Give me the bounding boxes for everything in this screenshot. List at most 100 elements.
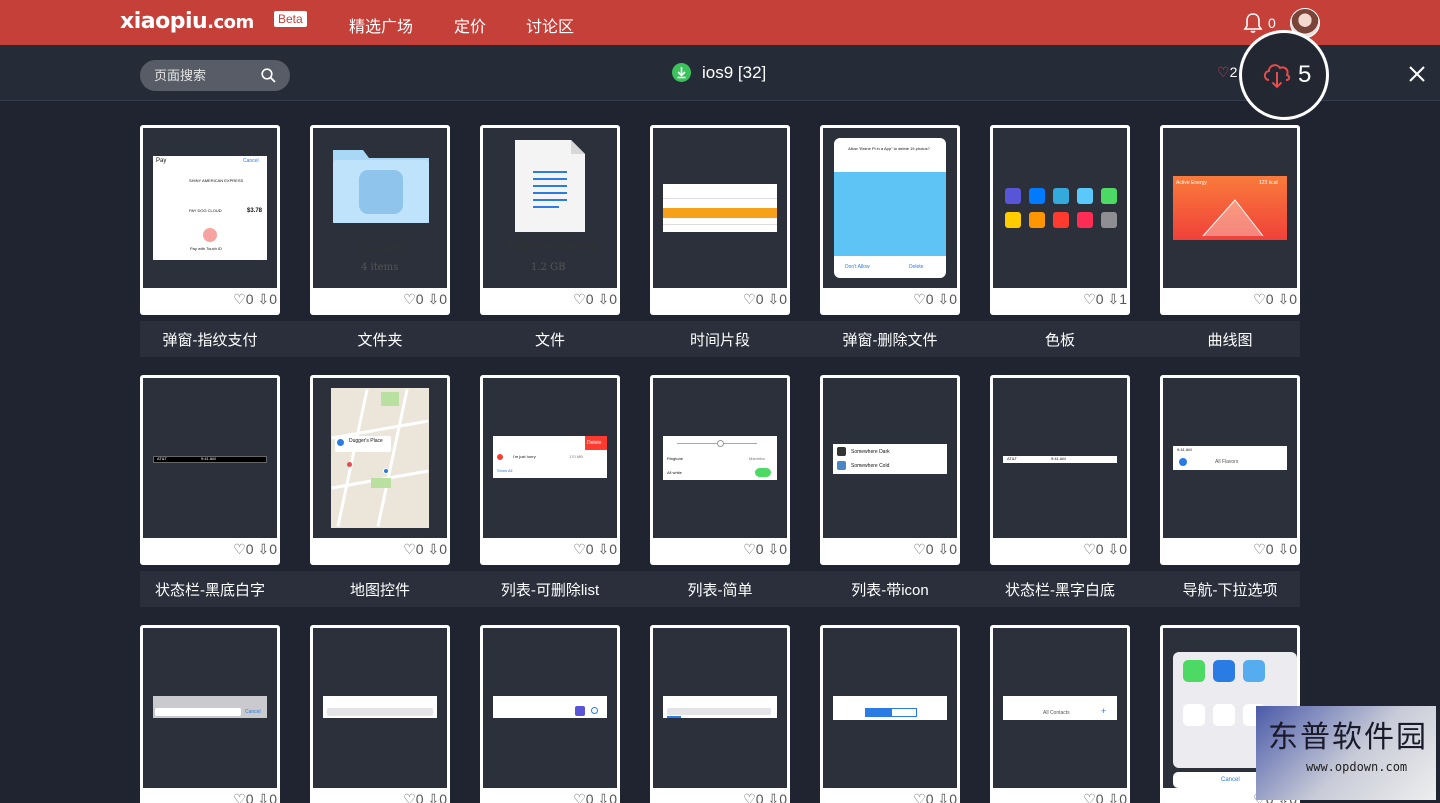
page-card[interactable]: AT&T 9:41 AM ♡0 ⇩0 bbox=[990, 375, 1130, 565]
page-card[interactable]: ♡0 ⇩0 bbox=[650, 625, 790, 803]
download-icon[interactable]: ⇩ bbox=[767, 791, 779, 803]
card-thumbnail: Dugger's Place bbox=[313, 378, 447, 538]
logo[interactable]: xiaopiu.com bbox=[120, 9, 254, 34]
close-button[interactable] bbox=[1405, 62, 1429, 86]
download-icon[interactable]: ⇩ bbox=[1277, 541, 1289, 557]
card-label[interactable]: 列表-简单 bbox=[640, 579, 800, 600]
search-icon[interactable] bbox=[261, 68, 276, 83]
color-swatch bbox=[1029, 212, 1045, 228]
download-icon[interactable]: ⇩ bbox=[257, 541, 269, 557]
heart-icon[interactable]: ♡ bbox=[233, 291, 246, 307]
download-icon[interactable]: ⇩ bbox=[767, 291, 779, 307]
download-icon[interactable]: ⇩ bbox=[427, 791, 439, 803]
heart-icon[interactable]: ♡ bbox=[573, 541, 586, 557]
download-icon[interactable]: ⇩ bbox=[1107, 541, 1119, 557]
heart-icon[interactable]: ♡ bbox=[913, 291, 926, 307]
page-card[interactable]: ♡0 ⇩0 bbox=[650, 125, 790, 315]
heart-icon[interactable]: ♡ bbox=[743, 541, 756, 557]
card-thumbnail: Allow "Brdne Pi in a App" to delete 19 p… bbox=[823, 128, 957, 288]
download-icon[interactable]: ⇩ bbox=[937, 541, 949, 557]
page-card[interactable]: Bedtime Stories 1.2 GB ♡0 ⇩0 bbox=[480, 125, 620, 315]
page-card[interactable]: SupApp 4 items ♡0 ⇩0 bbox=[310, 125, 450, 315]
heart-icon[interactable]: ♡ bbox=[403, 291, 416, 307]
download-queue-button[interactable]: 5 bbox=[1239, 30, 1329, 120]
card-label[interactable]: 文件夹 bbox=[300, 329, 460, 350]
download-icon[interactable]: ⇩ bbox=[1107, 291, 1119, 307]
card-like-count: 0 bbox=[1265, 291, 1274, 307]
nav-item-forum[interactable]: 讨论区 bbox=[526, 13, 574, 37]
page-card[interactable]: Dugger's Place ♡0 ⇩0 bbox=[310, 375, 450, 565]
heart-icon[interactable]: ♡ bbox=[233, 791, 246, 803]
heart-icon[interactable]: ♡ bbox=[743, 291, 756, 307]
card-stats: ♡0 ⇩0 bbox=[1160, 541, 1297, 563]
project-likes[interactable]: ♡2 bbox=[1217, 64, 1237, 81]
download-icon[interactable]: ⇩ bbox=[427, 541, 439, 557]
page-card[interactable]: Somewhere Dark Somewhere Cold ♡0 ⇩0 bbox=[820, 375, 960, 565]
card-label[interactable]: 曲线图 bbox=[1150, 329, 1310, 350]
heart-icon[interactable]: ♡ bbox=[913, 791, 926, 803]
download-icon[interactable]: ⇩ bbox=[597, 791, 609, 803]
download-icon[interactable]: ⇩ bbox=[937, 291, 949, 307]
download-icon[interactable]: ⇩ bbox=[427, 291, 439, 307]
heart-icon[interactable]: ♡ bbox=[743, 791, 756, 803]
heart-icon[interactable]: ♡ bbox=[913, 541, 926, 557]
download-icon[interactable]: ⇩ bbox=[1107, 791, 1119, 803]
card-label[interactable]: 状态栏-黑字白底 bbox=[980, 579, 1140, 600]
download-icon[interactable]: ⇩ bbox=[597, 291, 609, 307]
page-card[interactable]: Ringtone Marimba All white ♡0 ⇩0 bbox=[650, 375, 790, 565]
heart-icon[interactable]: ♡ bbox=[1253, 541, 1266, 557]
heart-icon[interactable]: ♡ bbox=[573, 791, 586, 803]
card-download-count: 0 bbox=[1289, 291, 1297, 307]
page-card[interactable]: Active Energy 123 kcal ♡0 ⇩0 bbox=[1160, 125, 1300, 315]
page-card[interactable]: Cancel ♡0 ⇩0 bbox=[140, 625, 280, 803]
page-card[interactable]: Allow "Brdne Pi in a App" to delete 19 p… bbox=[820, 125, 960, 315]
notification-count: 0 bbox=[1268, 15, 1276, 31]
heart-icon[interactable]: ♡ bbox=[1253, 291, 1266, 307]
card-label[interactable]: 导航-下拉选项 bbox=[1150, 579, 1310, 600]
color-swatch bbox=[1077, 212, 1093, 228]
download-icon[interactable]: ⇩ bbox=[1277, 291, 1289, 307]
card-label[interactable]: 地图控件 bbox=[300, 579, 460, 600]
page-card[interactable]: Pay Cancel SHINY AMERICAN EXPRESS PAY DO… bbox=[140, 125, 280, 315]
page-card[interactable]: AT&T 9:41 AM ♡0 ⇩0 bbox=[140, 375, 280, 565]
card-label[interactable]: 列表-带icon bbox=[810, 579, 970, 600]
thumb-folder-items: 4 items bbox=[361, 262, 399, 273]
download-icon[interactable]: ⇩ bbox=[257, 791, 269, 803]
page-card[interactable]: ♡0 ⇩1 bbox=[990, 125, 1130, 315]
thumb-chart-value: 123 kcal bbox=[1259, 180, 1278, 186]
nav-item-pricing[interactable]: 定价 bbox=[454, 13, 486, 37]
card-label[interactable]: 色板 bbox=[980, 329, 1140, 350]
heart-icon[interactable]: ♡ bbox=[403, 791, 416, 803]
download-icon[interactable]: ⇩ bbox=[597, 541, 609, 557]
heart-icon[interactable]: ♡ bbox=[403, 541, 416, 557]
download-icon[interactable]: ⇩ bbox=[937, 791, 949, 803]
search-input[interactable] bbox=[154, 60, 262, 91]
nav-item-featured[interactable]: 精选广场 bbox=[349, 13, 413, 37]
thumb-file-name: Bedtime Stories bbox=[507, 240, 597, 253]
card-label[interactable]: 列表-可删除list bbox=[470, 579, 630, 600]
page-card[interactable]: 9:41 AM All Flavors ♡0 ⇩0 bbox=[1160, 375, 1300, 565]
curve-line-icon bbox=[1202, 199, 1264, 237]
page-card[interactable]: ♡0 ⇩0 bbox=[820, 625, 960, 803]
heart-icon[interactable]: ♡ bbox=[1083, 291, 1096, 307]
list-dot-icon bbox=[497, 454, 503, 460]
close-icon bbox=[1409, 66, 1425, 82]
download-icon[interactable]: ⇩ bbox=[767, 541, 779, 557]
card-thumbnail bbox=[483, 628, 617, 788]
heart-icon[interactable]: ♡ bbox=[1083, 541, 1096, 557]
card-label[interactable]: 状态栏-黑底白字 bbox=[130, 579, 290, 600]
card-label[interactable]: 时间片段 bbox=[640, 329, 800, 350]
card-label[interactable]: 弹窗-指纹支付 bbox=[130, 329, 290, 350]
page-card[interactable]: Delete I'm just hurry 170 MB Show All ♡0… bbox=[480, 375, 620, 565]
page-card[interactable]: ♡0 ⇩0 bbox=[310, 625, 450, 803]
heart-icon[interactable]: ♡ bbox=[233, 541, 246, 557]
thumb-list-show: Show All bbox=[497, 468, 513, 473]
download-icon[interactable]: ⇩ bbox=[257, 291, 269, 307]
thumb-simple-ringtone: Ringtone bbox=[667, 456, 684, 461]
card-label[interactable]: 弹窗-删除文件 bbox=[810, 329, 970, 350]
page-card[interactable]: ♡0 ⇩0 bbox=[480, 625, 620, 803]
heart-icon[interactable]: ♡ bbox=[573, 291, 586, 307]
card-label[interactable]: 文件 bbox=[470, 329, 630, 350]
heart-icon[interactable]: ♡ bbox=[1083, 791, 1096, 803]
page-card[interactable]: All Contacts + ♡0 ⇩0 bbox=[990, 625, 1130, 803]
